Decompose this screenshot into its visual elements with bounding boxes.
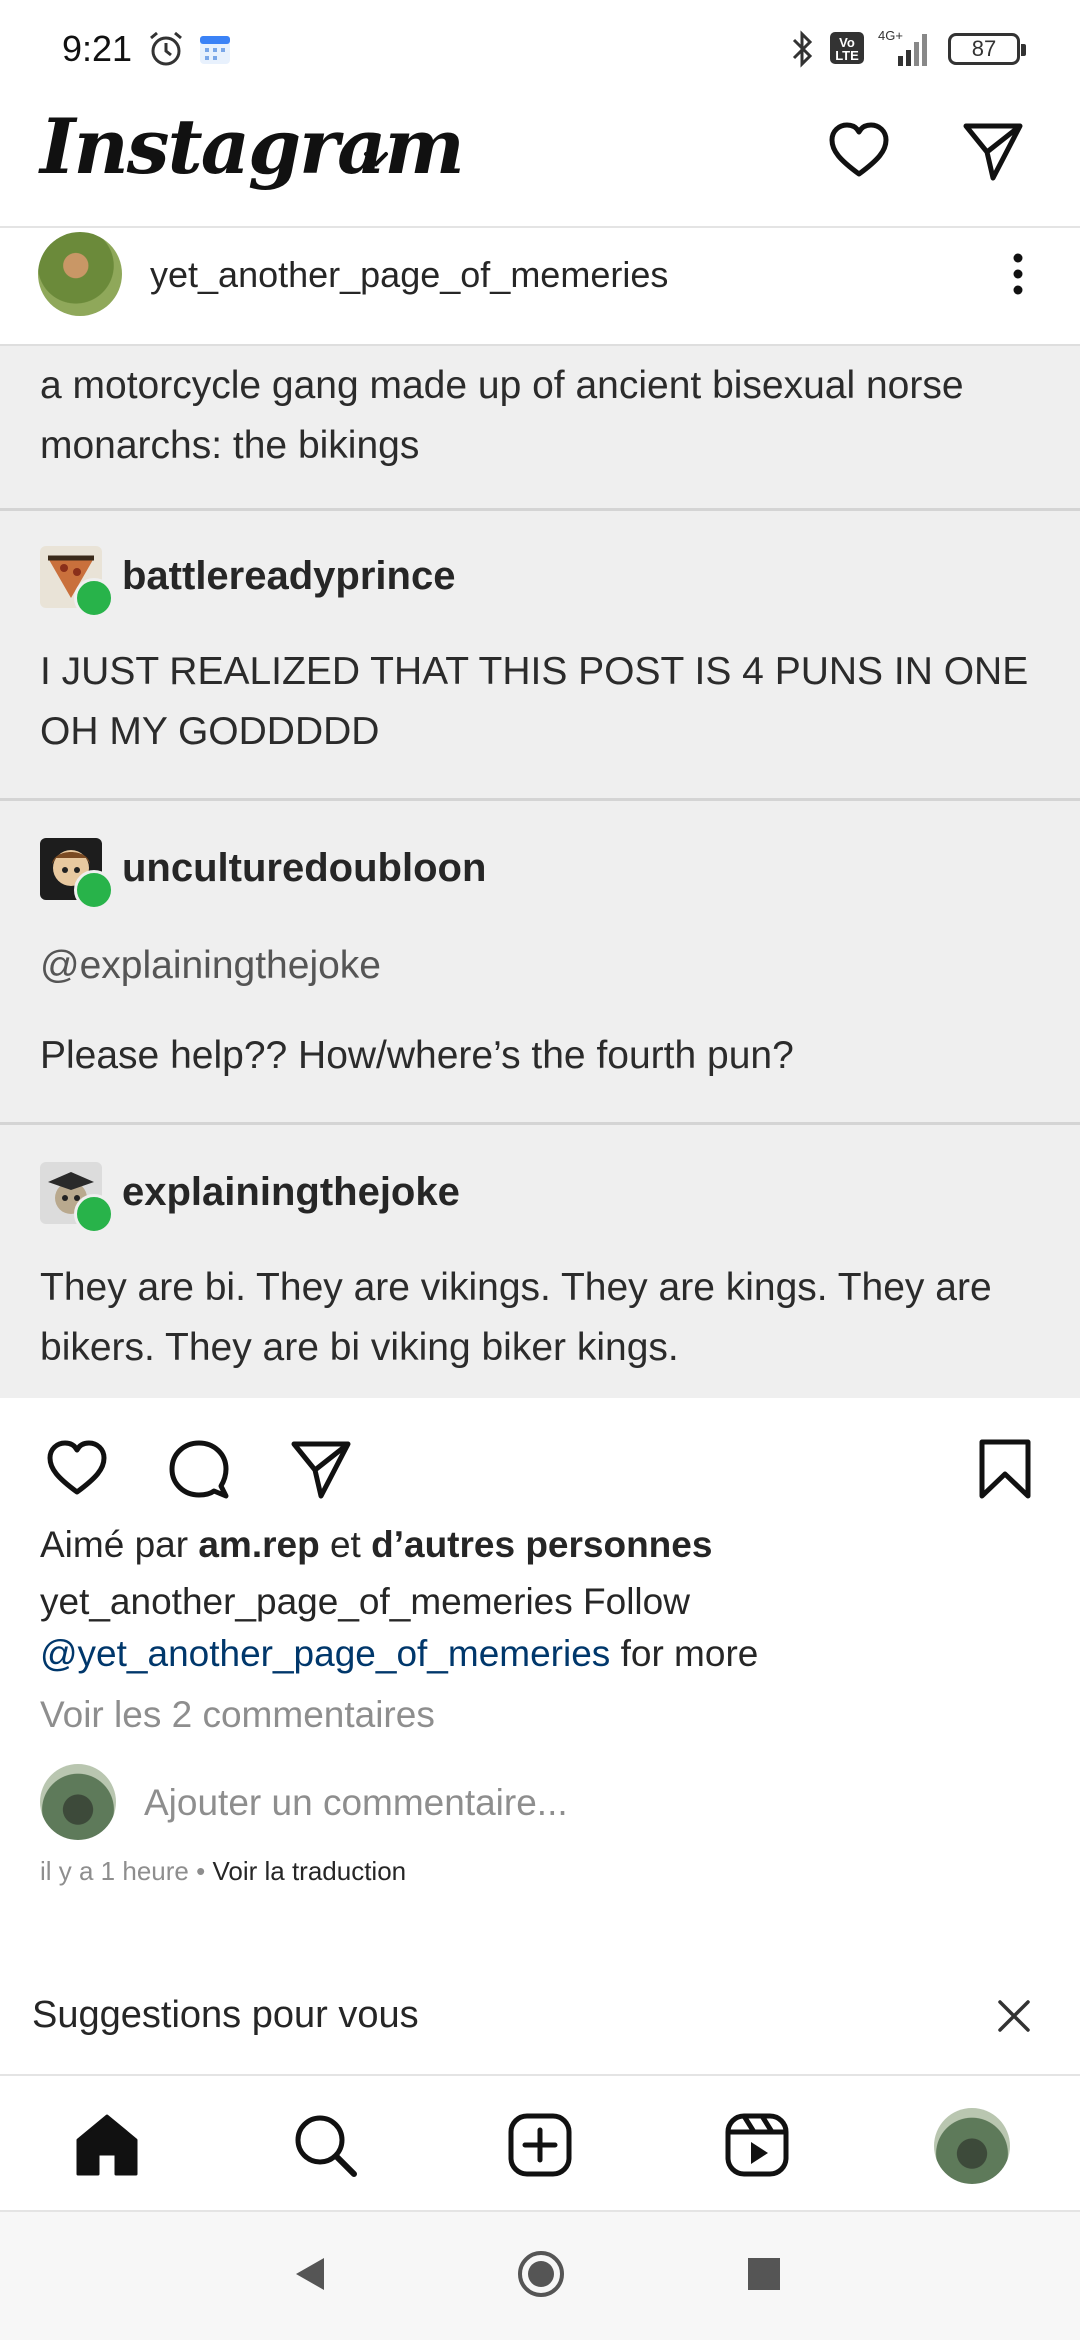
calendar-icon bbox=[200, 36, 230, 64]
tumblr-username: battlereadyprince bbox=[122, 554, 456, 598]
likes-summary[interactable]: Aimé par am.rep et d’autres personnes bbox=[40, 1524, 712, 1566]
post-author-avatar[interactable] bbox=[38, 232, 122, 316]
caption-mention[interactable]: @yet_another_page_of_memeries bbox=[40, 1633, 610, 1674]
close-icon[interactable] bbox=[996, 1998, 1032, 2034]
reels-icon[interactable] bbox=[722, 2110, 792, 2180]
heart-icon[interactable] bbox=[826, 118, 892, 184]
post-author-username[interactable]: yet_another_page_of_memeries bbox=[150, 254, 668, 296]
bluetooth-icon bbox=[792, 30, 813, 68]
send-icon[interactable] bbox=[960, 118, 1026, 184]
comment-icon[interactable] bbox=[166, 1436, 232, 1502]
signal-icon: 4G+ bbox=[878, 28, 927, 66]
system-nav-bar bbox=[0, 2212, 1080, 2340]
profile-avatar[interactable] bbox=[934, 2108, 1010, 2184]
likes-others[interactable]: d’autres personnes bbox=[371, 1524, 712, 1565]
suggestions-header: Suggestions pour vous bbox=[0, 1980, 1080, 2076]
alarm-icon bbox=[150, 31, 182, 66]
divider bbox=[0, 508, 1080, 511]
volte-badge: Vo LTE bbox=[830, 32, 864, 64]
comment-input[interactable]: Ajouter un commentaire... bbox=[144, 1782, 568, 1824]
status-bar: 9:21 Vo LTE 4G+ 87 bbox=[0, 0, 1080, 96]
back-icon[interactable] bbox=[288, 2252, 332, 2296]
meta-separator: • bbox=[196, 1856, 206, 1886]
bottom-nav bbox=[0, 2078, 1080, 2212]
reblog-icon bbox=[74, 870, 114, 910]
likes-user[interactable]: am.rep bbox=[198, 1524, 319, 1565]
post-time: il y a 1 heure bbox=[40, 1856, 189, 1886]
send-icon[interactable] bbox=[288, 1436, 354, 1502]
tumblr-mention: @explainingthejoke bbox=[40, 944, 381, 987]
bookmark-icon[interactable] bbox=[972, 1436, 1038, 1502]
caption-text-after: for more bbox=[620, 1633, 759, 1674]
instagram-logo[interactable]: Instagram bbox=[40, 102, 465, 191]
post-meta: il y a 1 heure • Voir la traduction bbox=[40, 1856, 406, 1887]
home-circle-icon[interactable] bbox=[516, 2249, 566, 2299]
likes-prefix: Aimé par bbox=[40, 1524, 189, 1565]
post-image[interactable]: a motorcycle gang made up of ancient bis… bbox=[0, 346, 1080, 1398]
tumblr-intro-text: a motorcycle gang made up of ancient bis… bbox=[40, 364, 964, 467]
reblog-icon bbox=[74, 578, 114, 618]
translate-link[interactable]: Voir la traduction bbox=[212, 1856, 406, 1886]
divider bbox=[0, 1122, 1080, 1125]
search-icon[interactable] bbox=[290, 2110, 360, 2180]
tumblr-reply-text: Please help?? How/where’s the fourth pun… bbox=[40, 1034, 794, 1077]
tumblr-reply-text: I JUST REALIZED THAT THIS POST IS 4 PUNS… bbox=[40, 650, 1029, 753]
chevron-down-icon[interactable] bbox=[360, 148, 392, 172]
battery-indicator: 87 bbox=[948, 33, 1026, 65]
svg-text:4G+: 4G+ bbox=[878, 28, 903, 43]
tumblr-username: unculturedoubloon bbox=[122, 846, 487, 890]
home-icon[interactable] bbox=[72, 2110, 142, 2180]
view-comments-link[interactable]: Voir les 2 commentaires bbox=[40, 1694, 435, 1736]
tumblr-reply-text: They are bi. They are vikings. They are … bbox=[40, 1266, 992, 1369]
suggestions-title: Suggestions pour vous bbox=[32, 1994, 419, 2036]
post-caption: yet_another_page_of_memeries Follow @yet… bbox=[40, 1576, 1040, 1680]
more-icon[interactable] bbox=[1006, 250, 1030, 298]
app-header: Instagram bbox=[0, 96, 1080, 228]
heart-icon[interactable] bbox=[44, 1436, 110, 1502]
likes-middle: et bbox=[329, 1524, 361, 1565]
tumblr-username: explainingthejoke bbox=[122, 1170, 460, 1214]
recents-icon[interactable] bbox=[742, 2252, 786, 2296]
battery-level: 87 bbox=[971, 36, 997, 61]
caption-username[interactable]: yet_another_page_of_memeries bbox=[40, 1581, 573, 1622]
divider bbox=[0, 798, 1080, 801]
add-comment-row[interactable]: Ajouter un commentaire... bbox=[40, 1764, 1040, 1842]
post-actions bbox=[0, 1398, 1080, 1528]
caption-text: Follow bbox=[583, 1581, 690, 1622]
reblog-icon bbox=[74, 1194, 114, 1234]
current-user-avatar bbox=[40, 1764, 116, 1840]
post-header: yet_another_page_of_memeries bbox=[0, 228, 1080, 346]
status-time: 9:21 bbox=[62, 28, 133, 69]
add-post-icon[interactable] bbox=[505, 2110, 575, 2180]
